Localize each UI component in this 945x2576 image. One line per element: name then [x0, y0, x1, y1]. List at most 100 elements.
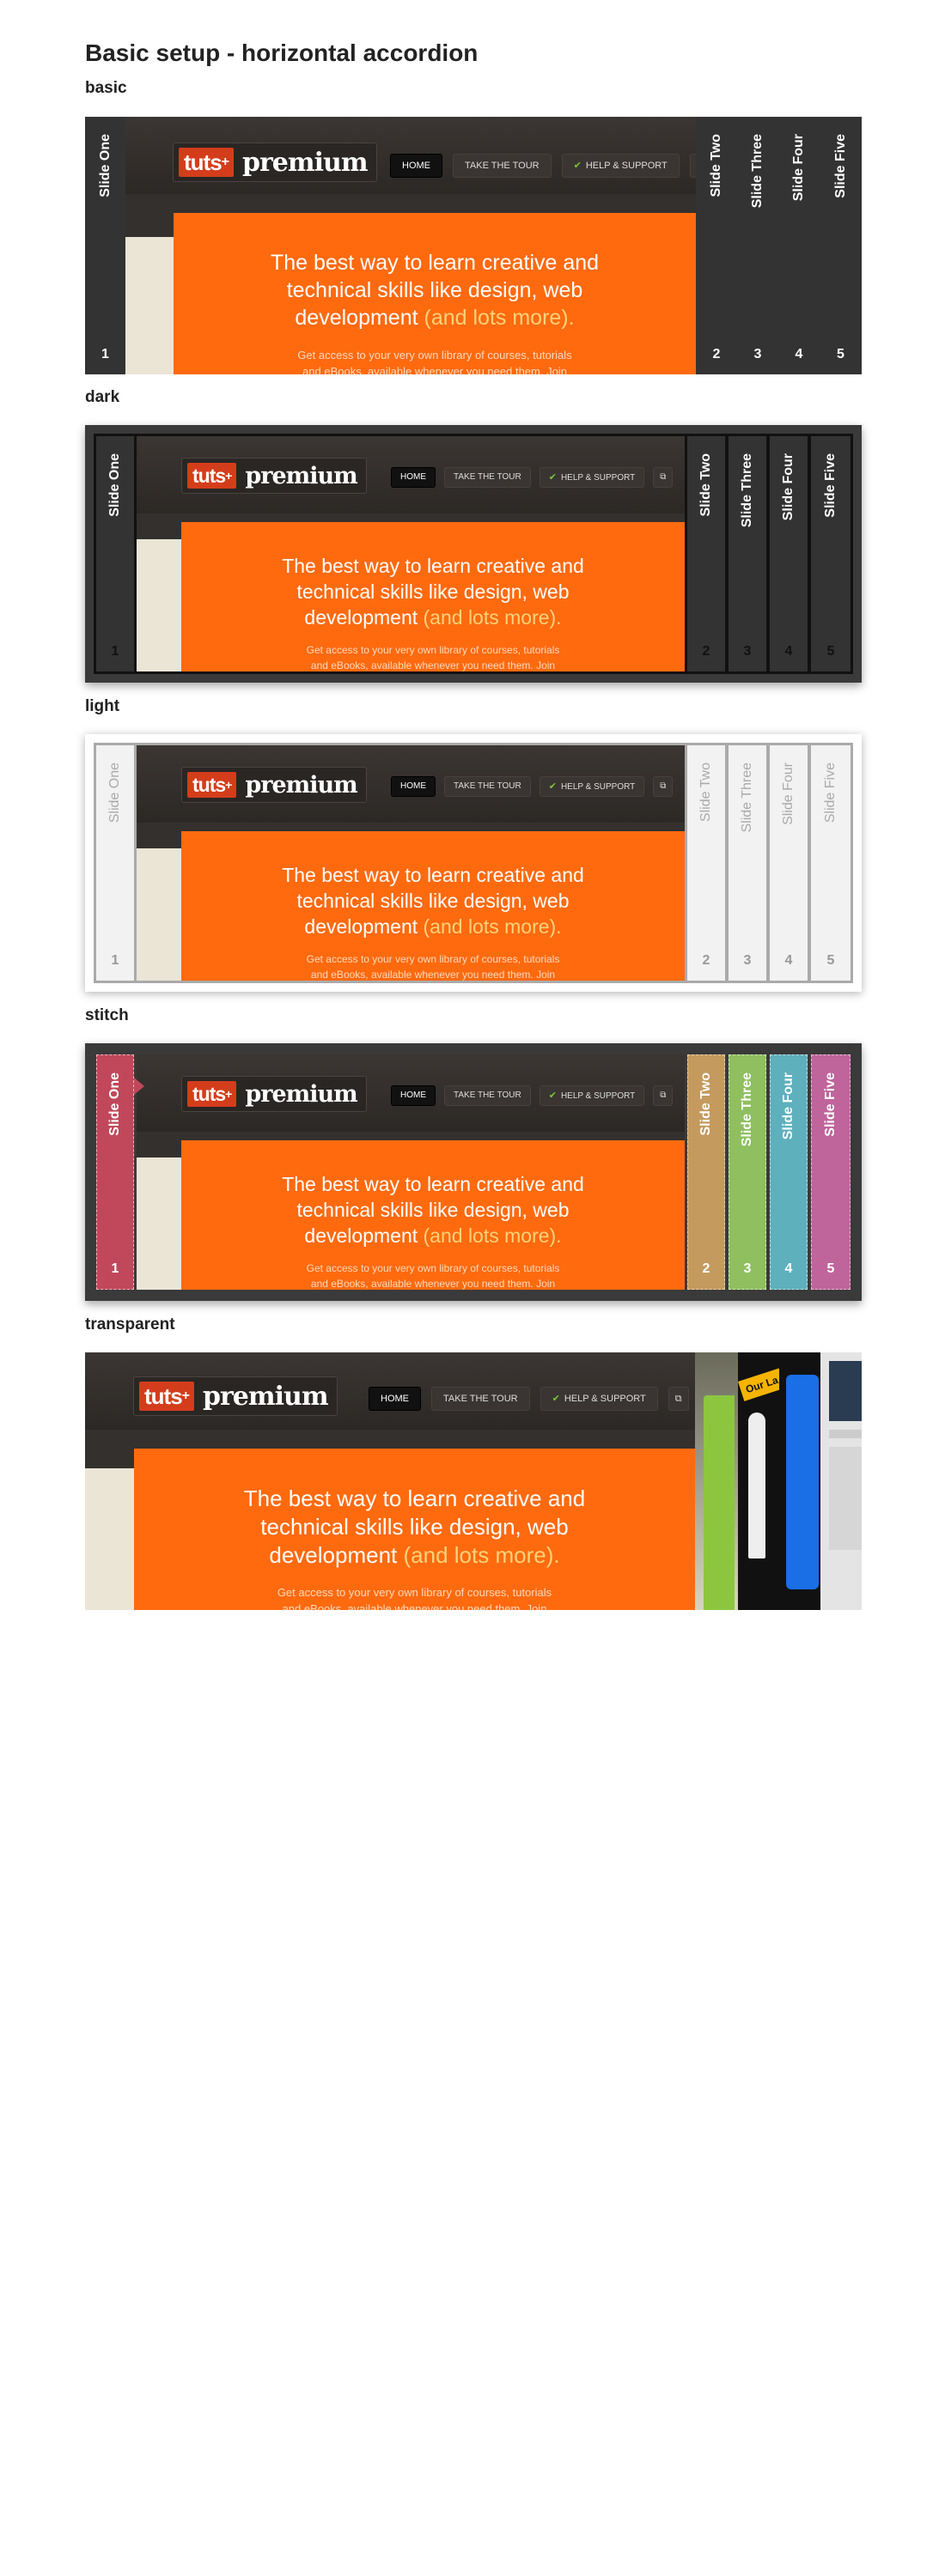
section-title-light: light — [85, 697, 120, 715]
login-icon[interactable]: ⧉ — [653, 467, 674, 488]
slide-number: 4 — [784, 644, 793, 659]
nav-help-support[interactable]: ✔ HELP & SUPPORT — [539, 776, 645, 797]
promo-label: Our La — [738, 1368, 785, 1401]
slide-tab-two[interactable]: Slide Two 2 — [687, 745, 725, 981]
slide-number: 2 — [702, 644, 710, 659]
slide-tab-one[interactable]: Slide One 1 — [96, 1054, 134, 1290]
slide-number: 5 — [826, 644, 835, 659]
tuts-premium-logo[interactable]: tuts+ premium — [173, 143, 377, 182]
slide-label: Slide Five — [823, 1072, 838, 1137]
hero-panel: The best way to learn creative and techn… — [181, 831, 685, 981]
slide-peek-four[interactable] — [779, 1352, 820, 1610]
slide-content[interactable]: tuts+ premium HOME TAKE THE TOUR ✔ HELP &… — [85, 1352, 695, 1610]
accordion-stitch: Slide One 1 tuts+ premium HOME TAKE THE … — [85, 1043, 862, 1301]
slide-content: tuts+ premium HOME TAKE THE TOUR ✔ HELP &… — [137, 436, 685, 671]
section-title-dark: dark — [85, 388, 120, 406]
slide-tab-one[interactable]: Slide One 1 — [96, 745, 134, 981]
site-nav: HOME TAKE THE TOUR ✔HELP & SUPPORT ⧉ — [390, 154, 696, 178]
slide-number: 2 — [702, 953, 710, 968]
logo-premium: premium — [242, 147, 369, 178]
slide-tab-five[interactable]: Slide Five 5 — [811, 745, 850, 981]
slide-tab-four[interactable]: Slide Four 4 — [770, 1054, 808, 1290]
slide-content: tuts+ premium HOME TAKE THE TOUR ✔ HELP &… — [137, 1054, 685, 1290]
page-title: Basic setup - horizontal accordion — [85, 39, 479, 66]
nav-take-the-tour[interactable]: TAKE THE TOUR — [444, 467, 531, 488]
slide-label: Slide Five — [832, 134, 848, 198]
section-title-stitch: stitch — [85, 1006, 129, 1024]
nav-home[interactable]: HOME — [391, 467, 436, 488]
slide-label: Slide One — [107, 762, 122, 823]
nav-help-support[interactable]: ✔ HELP & SUPPORT — [539, 467, 645, 488]
nav-take-the-tour[interactable]: TAKE THE TOUR — [453, 154, 552, 178]
login-icon[interactable]: ⧉ — [653, 776, 674, 797]
site-nav: HOME TAKE THE TOUR ✔HELP & SUPPORT ⧉ — [391, 467, 674, 488]
nav-take-the-tour[interactable]: TAKE THE TOUR — [444, 776, 531, 797]
slide-tab-four[interactable]: Slide Four 4 — [770, 745, 808, 981]
slide-tab-two[interactable]: Slide Two 2 — [687, 1054, 725, 1290]
check-icon: ✔ — [548, 781, 557, 792]
slide-tab-three[interactable]: Slide Three 3 — [729, 1054, 766, 1290]
hero-heading: The best way to learn creative and techn… — [282, 864, 584, 938]
accordion-transparent: tuts+ premium HOME TAKE THE TOUR ✔ HELP &… — [85, 1352, 862, 1610]
slide-number: 3 — [753, 347, 762, 361]
tuts-premium-logo[interactable]: tuts+ premium — [181, 767, 367, 803]
slide-label: Slide One — [107, 453, 122, 517]
tuts-premium-logo[interactable]: tuts+ premium — [181, 458, 367, 494]
slide-tab-five[interactable]: Slide Five 5 — [820, 117, 862, 374]
accordion-dark: Slide One 1 tuts+ premium HOME TAKE THE … — [85, 425, 862, 683]
section-title-transparent: transparent — [85, 1315, 175, 1334]
slide-tab-four[interactable]: Slide Four 4 — [770, 436, 808, 671]
slide-number: 2 — [712, 347, 721, 361]
slide-tab-two[interactable]: Slide Two 2 — [696, 117, 737, 374]
slide-tab-one[interactable]: Slide One 1 — [85, 117, 125, 374]
nav-help-support[interactable]: ✔ HELP & SUPPORT — [539, 1085, 645, 1106]
accordion-light: Slide One 1 tuts+ premium HOME TAKE THE … — [85, 734, 862, 992]
login-icon[interactable]: ⧉ — [689, 154, 696, 178]
hero-subtext: Get access to your very own library of c… — [306, 1262, 560, 1290]
slide-number: 5 — [837, 347, 844, 361]
login-icon[interactable]: ⧉ — [668, 1387, 689, 1411]
slide-tab-four[interactable]: Slide Four 4 — [778, 117, 820, 374]
nav-home[interactable]: HOME — [391, 776, 436, 797]
nav-help-support[interactable]: ✔ HELP & SUPPORT — [561, 154, 680, 178]
site-nav: HOME TAKE THE TOUR ✔HELP & SUPPORT ⧉ — [391, 1085, 674, 1106]
slide-peek-five[interactable] — [820, 1352, 862, 1610]
slide-tab-two[interactable]: Slide Two 2 — [687, 436, 725, 671]
site-nav: HOME TAKE THE TOUR ✔HELP & SUPPORT ⧉ — [391, 776, 674, 797]
slide-label: Slide One — [107, 1072, 122, 1136]
nav-home[interactable]: HOME — [390, 154, 442, 178]
nav-help-support[interactable]: ✔ HELP & SUPPORT — [540, 1387, 658, 1411]
slide-label: Slide Three — [750, 134, 765, 209]
slide-label: Slide Four — [791, 134, 806, 202]
slide-tab-three[interactable]: Slide Three 3 — [729, 745, 766, 981]
slide-number: 4 — [784, 1261, 793, 1276]
hero-subtext: Get access to your very own library of c… — [306, 953, 560, 981]
slide-label: Slide Two — [698, 1072, 713, 1136]
slide-number: 2 — [702, 1261, 710, 1276]
slide-tab-three[interactable]: Slide Three 3 — [737, 117, 778, 374]
slide-peek-two[interactable] — [695, 1352, 738, 1610]
login-icon[interactable]: ⧉ — [653, 1085, 674, 1106]
slide-content: tuts+ premium HOME TAKE THE TOUR ✔ HELP &… — [137, 745, 685, 981]
nav-take-the-tour[interactable]: TAKE THE TOUR — [444, 1085, 531, 1106]
hero-heading: The best way to learn creative and techn… — [243, 1485, 586, 1568]
slide-tab-five[interactable]: Slide Five 5 — [811, 436, 850, 671]
nav-take-the-tour[interactable]: TAKE THE TOUR — [431, 1387, 530, 1411]
hero-heading: The best way to learn creative and techn… — [282, 555, 584, 629]
tuts-premium-logo[interactable]: tuts+ premium — [133, 1376, 338, 1416]
hero-panel: The best way to learn creative and techn… — [174, 213, 696, 374]
slide-peek-three[interactable]: Our La — [738, 1352, 785, 1610]
nav-home[interactable]: HOME — [391, 1085, 436, 1106]
slide-tab-one[interactable]: Slide One 1 — [96, 436, 134, 671]
site-nav: HOME TAKE THE TOUR ✔HELP & SUPPORT ⧉ — [369, 1387, 689, 1411]
hero-panel: The best way to learn creative and techn… — [181, 1140, 685, 1290]
slide-tab-three[interactable]: Slide Three 3 — [729, 436, 766, 671]
check-icon: ✔ — [573, 161, 582, 171]
slide-number: 1 — [111, 1261, 119, 1276]
slide-tab-five[interactable]: Slide Five 5 — [811, 1054, 850, 1290]
hero-subtext: Get access to your very own library of c… — [297, 349, 572, 374]
hero-panel: The best way to learn creative and techn… — [134, 1449, 695, 1610]
hero-heading: The best way to learn creative and techn… — [270, 251, 600, 330]
tuts-premium-logo[interactable]: tuts+ premium — [181, 1076, 367, 1112]
nav-home[interactable]: HOME — [369, 1387, 421, 1411]
